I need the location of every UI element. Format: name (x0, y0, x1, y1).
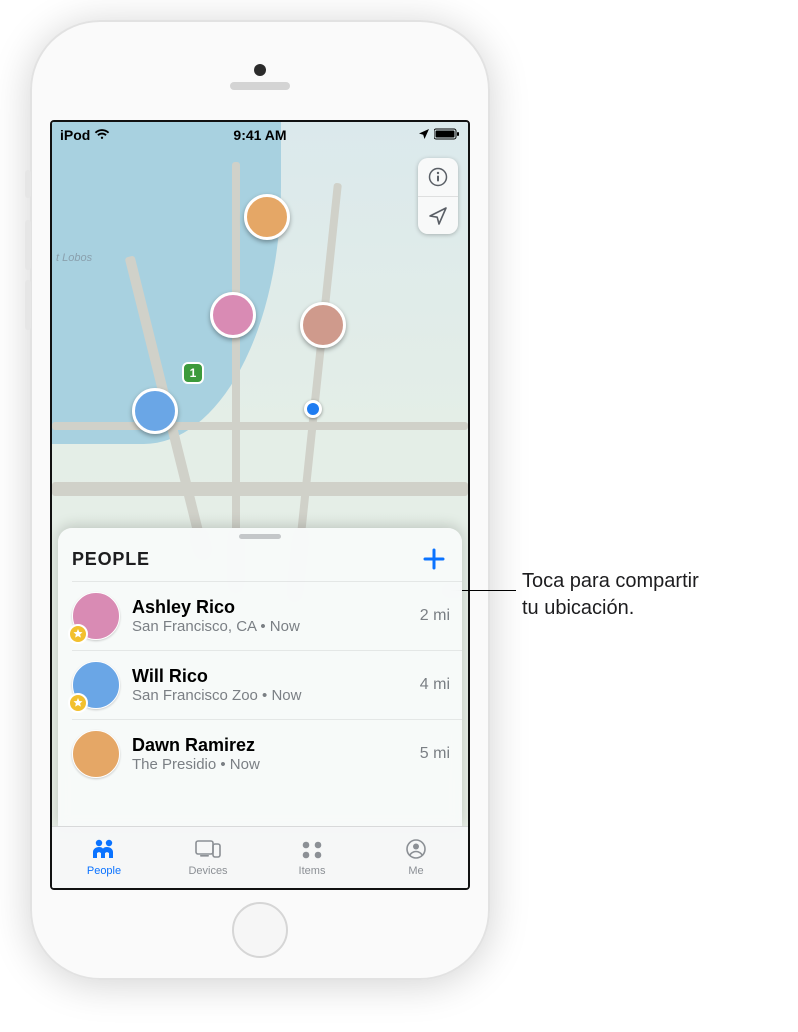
highway-number: 1 (190, 366, 197, 380)
tab-label: Me (408, 865, 423, 877)
sheet-title: People (72, 549, 150, 570)
devices-icon (195, 838, 221, 863)
favorite-star-icon (68, 693, 88, 713)
person-row[interactable]: Will RicoSan Francisco Zoo • Now 4 mi (72, 650, 462, 719)
person-row[interactable]: Dawn RamirezThe Presidio • Now 5 mi (72, 719, 462, 788)
self-location-dot (304, 400, 322, 418)
people-list[interactable]: Ashley RicoSan Francisco, CA • Now 2 mi Wi… (58, 581, 462, 828)
person-distance: 2 mi (420, 607, 450, 625)
avatar (72, 730, 120, 778)
home-button[interactable] (232, 902, 288, 958)
map-road (52, 482, 468, 496)
tab-items[interactable]: Items (260, 827, 364, 888)
sheet-grabber[interactable] (239, 534, 281, 539)
map-person-pin[interactable] (244, 194, 290, 240)
info-button[interactable] (418, 158, 458, 196)
people-sheet[interactable]: People Ashley RicoSan Francisco, CA • No… (58, 528, 462, 828)
person-name: Dawn Ramirez (132, 735, 408, 756)
location-indicator-icon (418, 127, 430, 143)
person-distance: 5 mi (420, 745, 450, 763)
tab-label: Items (299, 865, 326, 877)
map-person-pin[interactable] (132, 388, 178, 434)
sheet-header: People (58, 543, 462, 581)
tab-people[interactable]: People (52, 827, 156, 888)
person-name: Ashley Rico (132, 597, 408, 618)
me-icon (403, 838, 429, 863)
front-camera (254, 64, 266, 76)
callout-line-2: tu ubicación. (522, 597, 634, 619)
avatar (72, 661, 120, 709)
avatar (72, 592, 120, 640)
volume-up-button (25, 220, 31, 270)
locate-button[interactable] (418, 196, 458, 234)
map-person-pin[interactable] (210, 292, 256, 338)
tab-bar: People Devices Items Me (52, 826, 468, 888)
map-place-label: t Lobos (56, 252, 92, 264)
volume-down-button (25, 280, 31, 330)
map-person-pin[interactable] (300, 302, 346, 348)
person-info: Ashley RicoSan Francisco, CA • Now (132, 597, 408, 635)
person-row[interactable]: Ashley RicoSan Francisco, CA • Now 2 mi (72, 581, 462, 650)
time-label: 9:41 AM (233, 127, 286, 143)
map-road (52, 422, 468, 430)
person-name: Will Rico (132, 666, 408, 687)
person-info: Will RicoSan Francisco Zoo • Now (132, 666, 408, 704)
person-location: The Presidio • Now (132, 756, 408, 773)
share-location-button[interactable] (420, 545, 448, 573)
person-info: Dawn RamirezThe Presidio • Now (132, 735, 408, 773)
items-icon (299, 838, 325, 863)
status-bar: iPod 9:41 AM (52, 122, 468, 148)
mute-switch (25, 170, 31, 198)
map-controls (418, 158, 458, 234)
highway-shield: 1 (182, 362, 204, 384)
favorite-star-icon (68, 624, 88, 644)
tab-label: Devices (188, 865, 227, 877)
callout-line-1: Toca para compartir (522, 570, 699, 592)
screen: iPod 9:41 AM t Lobos (50, 120, 470, 890)
person-location: San Francisco Zoo • Now (132, 687, 408, 704)
device-frame: iPod 9:41 AM t Lobos (30, 20, 490, 980)
tab-label: People (87, 865, 121, 877)
carrier-label: iPod (60, 127, 90, 143)
tab-me[interactable]: Me (364, 827, 468, 888)
person-distance: 4 mi (420, 676, 450, 694)
callout-text: Toca para compartir tu ubicación. (522, 568, 772, 622)
person-location: San Francisco, CA • Now (132, 618, 408, 635)
tab-devices[interactable]: Devices (156, 827, 260, 888)
people-icon (91, 838, 117, 863)
speaker-grille (230, 82, 290, 90)
battery-icon (434, 127, 460, 143)
wifi-icon (94, 127, 110, 143)
